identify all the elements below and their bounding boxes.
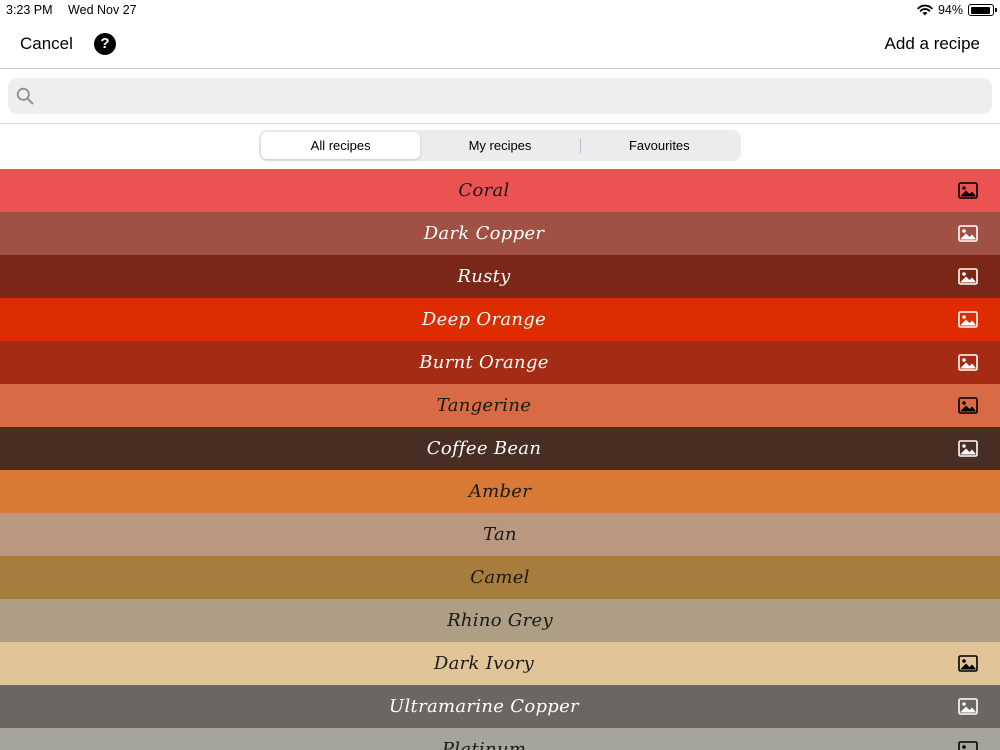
recipe-list[interactable]: Coral Dark Copper Rusty Deep Orange Burnt Or… — [0, 169, 1000, 750]
recipe-row[interactable]: Ultramarine Copper — [0, 685, 1000, 728]
recipe-row[interactable]: Dark Ivory — [0, 642, 1000, 685]
recipe-name: Dark Copper — [423, 223, 545, 244]
search-field[interactable] — [8, 78, 992, 116]
status-bar: 3:23 PM Wed Nov 27 94% — [0, 0, 1000, 20]
tab-my-recipes[interactable]: My recipes — [420, 132, 579, 159]
recipe-row[interactable]: Burnt Orange — [0, 341, 1000, 384]
recipe-row[interactable]: Tan — [0, 513, 1000, 556]
recipe-name: Amber — [468, 481, 532, 502]
recipe-row[interactable]: Rusty — [0, 255, 1000, 298]
image-icon[interactable] — [958, 397, 978, 414]
cancel-button[interactable]: Cancel — [20, 34, 73, 54]
recipe-name: Coral — [458, 180, 510, 201]
recipe-filter-tabs: All recipes My recipes Favourites — [259, 130, 741, 161]
nav-bar: Cancel ? Add a recipe — [0, 20, 1000, 69]
tab-all-recipes[interactable]: All recipes — [261, 132, 421, 159]
image-icon[interactable] — [958, 655, 978, 672]
recipe-name: Dark Ivory — [433, 653, 535, 674]
search-input[interactable] — [44, 78, 978, 116]
recipe-row[interactable]: Coffee Bean — [0, 427, 1000, 470]
image-icon[interactable] — [958, 268, 978, 285]
recipe-name: Platinum — [441, 739, 527, 750]
status-left: 3:23 PM Wed Nov 27 — [6, 3, 149, 17]
battery-percent: 94% — [937, 3, 963, 17]
recipe-name: Ultramarine Copper — [389, 696, 579, 717]
recipe-row[interactable]: Coral — [0, 169, 1000, 212]
image-icon[interactable] — [958, 311, 978, 328]
recipe-row[interactable]: Tangerine — [0, 384, 1000, 427]
battery-icon — [968, 4, 997, 16]
image-icon[interactable] — [958, 698, 978, 715]
image-icon[interactable] — [958, 225, 978, 242]
image-icon[interactable] — [958, 354, 978, 371]
recipe-name: Rusty — [457, 266, 511, 287]
help-icon[interactable]: ? — [94, 33, 116, 55]
recipe-name: Burnt Orange — [419, 352, 549, 373]
recipe-name: Camel — [470, 567, 530, 588]
status-time: 3:23 PM — [6, 3, 53, 17]
add-recipe-button[interactable]: Add a recipe — [885, 34, 980, 54]
recipe-name: Coffee Bean — [426, 438, 542, 459]
recipe-row[interactable]: Amber — [0, 470, 1000, 513]
recipe-row[interactable]: Platinum — [0, 728, 1000, 750]
recipe-name: Rhino Grey — [447, 610, 553, 631]
wifi-icon — [917, 4, 933, 16]
image-icon[interactable] — [958, 741, 978, 750]
recipe-row[interactable]: Camel — [0, 556, 1000, 599]
recipe-name: Tan — [483, 524, 517, 545]
recipe-row[interactable]: Deep Orange — [0, 298, 1000, 341]
search-icon — [16, 87, 34, 105]
recipe-row[interactable]: Rhino Grey — [0, 599, 1000, 642]
recipe-row[interactable]: Dark Copper — [0, 212, 1000, 255]
status-date: Wed Nov 27 — [68, 3, 137, 17]
recipe-name: Tangerine — [436, 395, 532, 416]
recipe-name: Deep Orange — [421, 309, 547, 330]
image-icon[interactable] — [958, 182, 978, 199]
search-bar — [0, 69, 1000, 124]
image-icon[interactable] — [958, 440, 978, 457]
status-right: 94% — [917, 3, 997, 17]
tab-favourites[interactable]: Favourites — [579, 132, 739, 159]
